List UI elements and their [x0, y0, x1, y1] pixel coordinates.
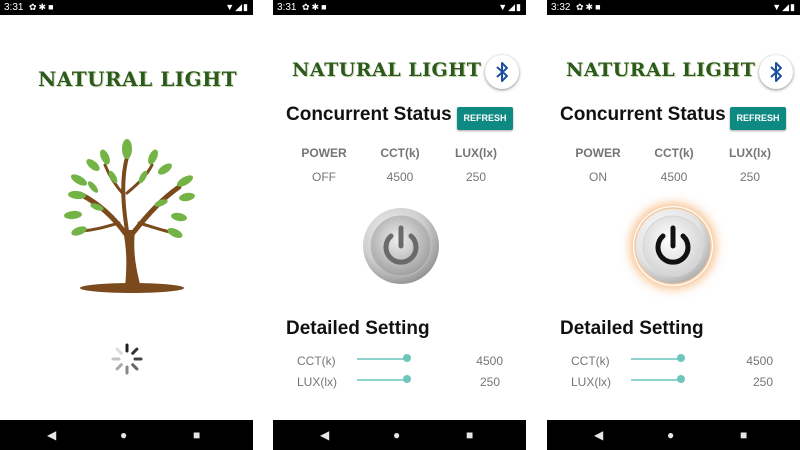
- power-button[interactable]: [361, 206, 441, 286]
- home-button[interactable]: ●: [120, 428, 127, 442]
- phone-control-on: 3:32 ✿✱■ ▼◢▮ NATURAL LIGHT Concurrent St…: [547, 0, 800, 450]
- lux-status-value: 250: [739, 170, 761, 184]
- lux-column-header: LUX(lx): [729, 146, 771, 160]
- status-system-icons: ▼◢▮: [498, 2, 522, 12]
- phone-control-off: 3:31 ✿✱■ ▼◢▮ NATURAL LIGHT Concurrent St…: [273, 0, 526, 450]
- bluetooth-icon: [496, 62, 508, 82]
- recents-button[interactable]: ■: [193, 428, 200, 442]
- cct-slider-value: 4500: [476, 354, 503, 368]
- power-button[interactable]: [633, 206, 713, 286]
- status-time: 3:31: [277, 2, 297, 13]
- bluetooth-button[interactable]: [759, 55, 793, 89]
- nav-bar: ◀ ● ■: [547, 420, 800, 450]
- power-status-value: OFF: [312, 170, 336, 184]
- lux-slider-label: LUX(lx): [571, 375, 612, 389]
- app-title: NATURAL LIGHT: [38, 67, 237, 91]
- power-column-header: POWER: [301, 146, 347, 160]
- status-system-icons: ▼◢▮: [225, 2, 249, 12]
- app-title: NATURAL LIGHT: [566, 59, 756, 81]
- recents-button[interactable]: ■: [740, 428, 747, 442]
- phone-splash: 3:31 ✿✱■ ▼◢▮ NATURAL LIGHT ◀ ● ■: [0, 0, 253, 450]
- lux-slider-value: 250: [752, 375, 773, 389]
- power-icon: [634, 207, 712, 285]
- bluetooth-button[interactable]: [485, 55, 519, 89]
- refresh-button[interactable]: REFRESH: [730, 107, 786, 130]
- home-button[interactable]: ●: [393, 428, 400, 442]
- status-notification-icons: ✿✱■: [576, 2, 603, 12]
- cct-slider-label: CCT(k): [297, 354, 336, 368]
- status-notification-icons: ✿✱■: [302, 2, 329, 12]
- cct-column-header: CCT(k): [654, 146, 694, 160]
- status-bar: 3:31 ✿✱■ ▼◢▮: [0, 0, 253, 15]
- lux-slider[interactable]: [357, 379, 407, 381]
- status-notification-icons: ✿✱■: [29, 2, 56, 12]
- cct-slider[interactable]: [631, 358, 681, 360]
- lux-status-value: 250: [465, 170, 487, 184]
- cct-column-header: CCT(k): [380, 146, 420, 160]
- bluetooth-icon: [770, 62, 782, 82]
- cct-slider-label: CCT(k): [571, 354, 610, 368]
- status-time: 3:32: [551, 2, 571, 13]
- cct-slider[interactable]: [357, 358, 407, 360]
- detailed-setting-heading: Detailed Setting: [286, 318, 430, 339]
- lux-slider[interactable]: [631, 379, 681, 381]
- concurrent-status-heading: Concurrent Status: [560, 104, 726, 125]
- detailed-setting-heading: Detailed Setting: [560, 318, 704, 339]
- status-system-icons: ▼◢▮: [772, 2, 796, 12]
- cct-slider-thumb[interactable]: [677, 354, 685, 362]
- status-bar: 3:31 ✿✱■ ▼◢▮: [273, 0, 526, 15]
- lux-slider-label: LUX(lx): [297, 375, 338, 389]
- loading-spinner-icon: [111, 343, 143, 375]
- lux-slider-thumb[interactable]: [677, 375, 685, 383]
- status-bar: 3:32 ✿✱■ ▼◢▮: [547, 0, 800, 15]
- lux-column-header: LUX(lx): [455, 146, 497, 160]
- power-column-header: POWER: [575, 146, 621, 160]
- nav-bar: ◀ ● ■: [273, 420, 526, 450]
- cct-slider-thumb[interactable]: [403, 354, 411, 362]
- home-button[interactable]: ●: [667, 428, 674, 442]
- cct-status-value: 4500: [386, 170, 414, 184]
- back-button[interactable]: ◀: [47, 428, 56, 442]
- power-icon: [363, 208, 439, 284]
- cct-status-value: 4500: [660, 170, 688, 184]
- app-title: NATURAL LIGHT: [292, 59, 482, 81]
- refresh-button[interactable]: REFRESH: [457, 107, 513, 130]
- nav-bar: ◀ ● ■: [0, 420, 253, 450]
- tree-logo: [64, 139, 195, 293]
- recents-button[interactable]: ■: [466, 428, 473, 442]
- back-button[interactable]: ◀: [320, 428, 329, 442]
- cct-slider-value: 4500: [746, 354, 773, 368]
- back-button[interactable]: ◀: [594, 428, 603, 442]
- power-status-value: ON: [589, 170, 607, 184]
- lux-slider-thumb[interactable]: [403, 375, 411, 383]
- status-time: 3:31: [4, 2, 24, 13]
- lux-slider-value: 250: [479, 375, 500, 389]
- concurrent-status-heading: Concurrent Status: [286, 104, 452, 125]
